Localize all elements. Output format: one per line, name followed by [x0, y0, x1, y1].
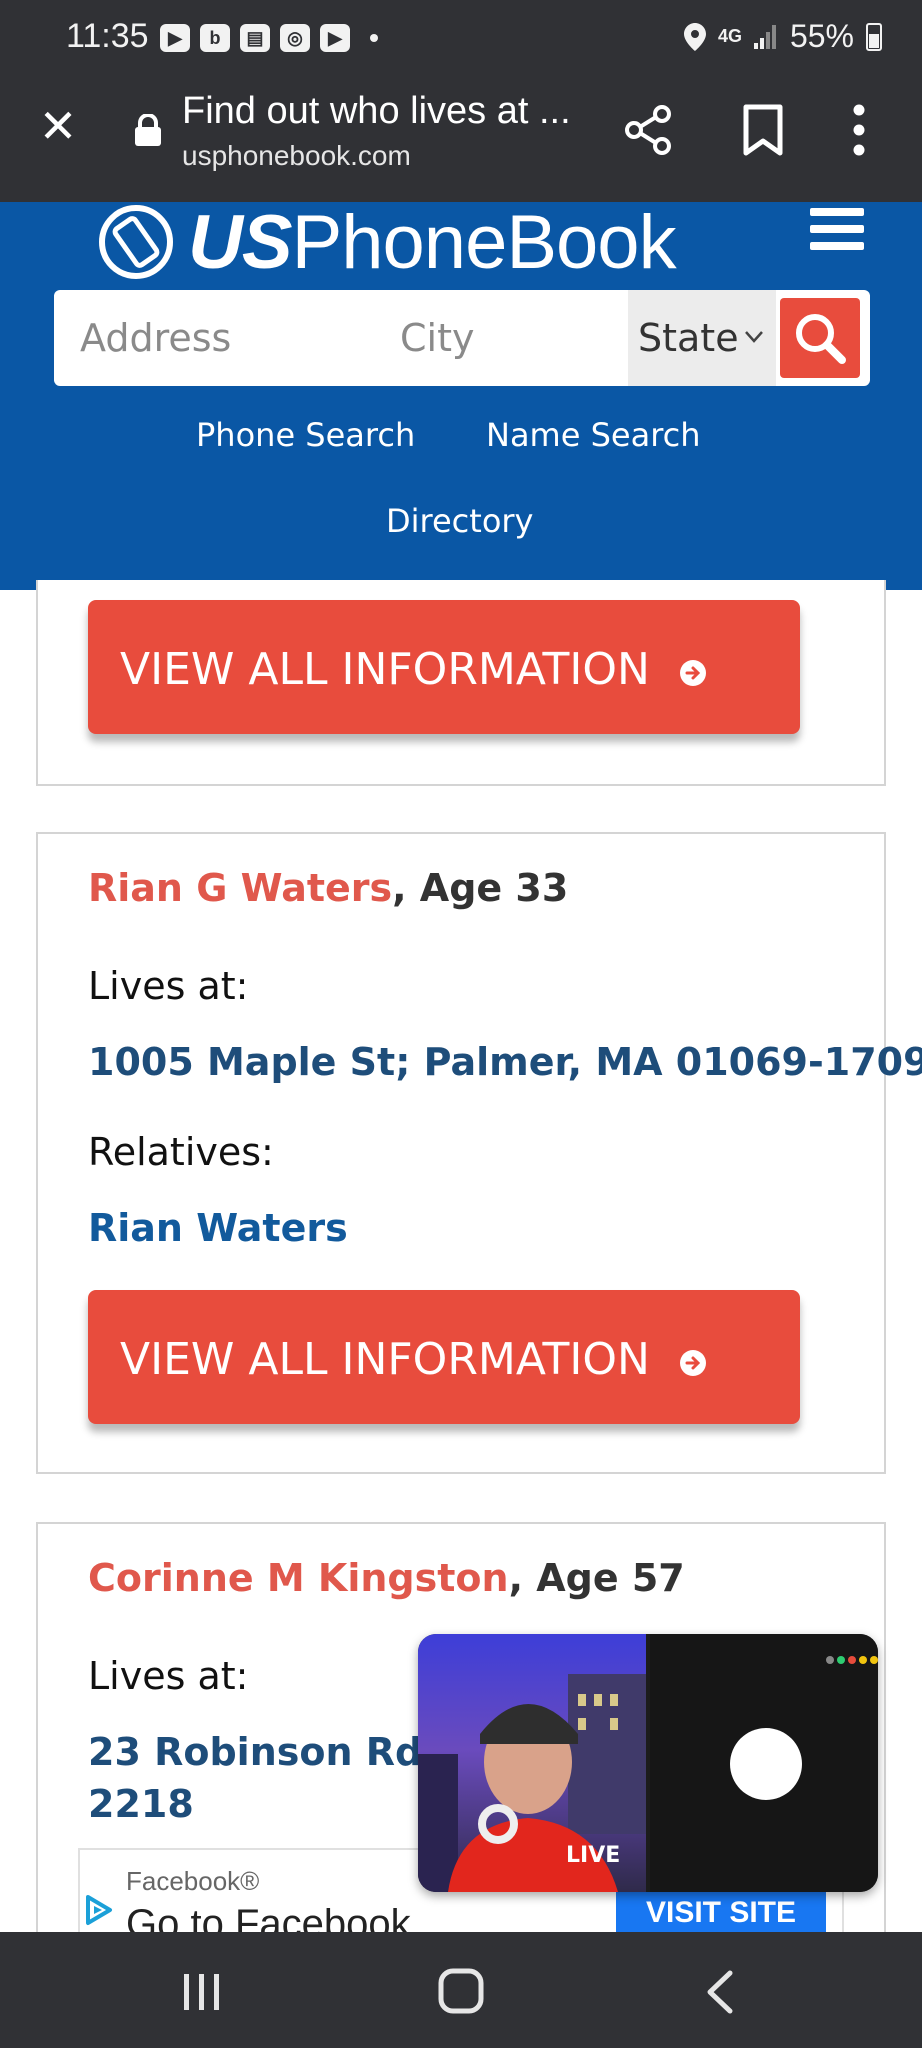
- more-notifications-icon: [370, 34, 378, 42]
- status-bar: 11:35 ▶ b ▤ ◎ ▶ 4G 55%: [0, 0, 922, 78]
- location-icon: [683, 22, 706, 51]
- view-all-information-button[interactable]: VIEW ALL INFORMATION: [88, 1290, 800, 1424]
- youtube-icon: ▶: [160, 24, 190, 52]
- lives-at-label: Lives at:: [88, 1654, 249, 1698]
- shirt-text: LIVE: [566, 1843, 620, 1868]
- signal-icon: [753, 24, 776, 49]
- recent-apps-icon[interactable]: [182, 1972, 222, 2012]
- network-type: 4G: [717, 26, 742, 46]
- search-icon: [796, 314, 846, 364]
- record-button[interactable]: [730, 1728, 802, 1800]
- person-heading: Rian G Waters, Age 33: [88, 866, 568, 910]
- lock-icon: [135, 114, 161, 146]
- relatives-label: Relatives:: [88, 1130, 274, 1174]
- chevron-down-icon: [745, 331, 763, 343]
- nav-directory[interactable]: Directory: [386, 502, 533, 540]
- logo-text: USPhoneBook: [188, 199, 677, 285]
- instagram-icon: ◎: [280, 24, 310, 52]
- city-input[interactable]: City: [400, 290, 474, 386]
- address-search-bar: Address City State: [54, 290, 870, 386]
- system-nav-bar: [0, 1932, 922, 2048]
- phone-logo-icon: [99, 205, 173, 279]
- battery-percent: 55%: [789, 18, 854, 54]
- battery-icon: [866, 22, 882, 51]
- b-icon: b: [200, 24, 230, 52]
- news-icon: ▤: [240, 24, 270, 52]
- view-all-information-button[interactable]: VIEW ALL INFORMATION: [88, 600, 800, 734]
- close-icon[interactable]: ✕: [36, 103, 80, 149]
- video-thumbnail-image: LIVE: [418, 1674, 646, 1892]
- relative-link[interactable]: Rian Waters: [88, 1206, 348, 1250]
- nav-phone-search[interactable]: Phone Search: [196, 416, 415, 454]
- search-button[interactable]: [780, 298, 860, 378]
- arrow-right-circle-icon: [680, 1350, 706, 1376]
- ad-brand: Facebook®: [126, 1866, 260, 1896]
- site-logo[interactable]: USPhoneBook: [96, 200, 677, 285]
- ad-choices-icon[interactable]: [84, 1894, 114, 1926]
- nav-name-search[interactable]: Name Search: [486, 416, 701, 454]
- more-vert-icon[interactable]: [852, 104, 866, 156]
- status-dots-icon: [826, 1656, 878, 1664]
- hamburger-menu-icon[interactable]: [810, 208, 864, 254]
- address-input[interactable]: Address: [80, 290, 231, 386]
- state-select[interactable]: State: [628, 290, 776, 386]
- person-age: , Age 33: [392, 866, 569, 910]
- status-right: 4G 55%: [683, 18, 882, 55]
- youtube-icon: ▶: [320, 24, 350, 52]
- video-frame: LIVE: [418, 1634, 646, 1892]
- lives-at-label: Lives at:: [88, 964, 249, 1008]
- status-time: 11:35: [66, 17, 149, 55]
- person-age: , Age 57: [508, 1556, 685, 1600]
- page-title[interactable]: Find out who lives at ...: [182, 90, 571, 133]
- back-icon[interactable]: [704, 1970, 734, 2014]
- site-header: USPhoneBook Address City State Phone Sea…: [0, 200, 922, 590]
- page-url[interactable]: usphonebook.com: [182, 140, 411, 172]
- address-link[interactable]: 1005 Maple St; Palmer, MA 01069-1709: [88, 1040, 922, 1084]
- state-select-label: State: [638, 316, 739, 360]
- person-name-link[interactable]: Corinne M Kingston: [88, 1556, 509, 1600]
- result-card: Rian G Waters, Age 33 Lives at: 1005 Map…: [36, 832, 922, 1474]
- bookmark-icon[interactable]: [740, 104, 786, 156]
- video-side-panel: [650, 1634, 878, 1892]
- arrow-right-circle-icon: [680, 660, 706, 686]
- person-heading: Corinne M Kingston, Age 57: [88, 1556, 685, 1600]
- home-icon[interactable]: [438, 1968, 484, 2014]
- browser-toolbar: ✕ Find out who lives at ... usphonebook.…: [0, 78, 922, 202]
- floating-video-player[interactable]: LIVE: [418, 1634, 878, 1892]
- address-link-line2[interactable]: 2218: [88, 1782, 194, 1826]
- share-icon[interactable]: [620, 102, 676, 158]
- result-card: VIEW ALL INFORMATION: [36, 580, 886, 786]
- notification-icons: ▶ b ▤ ◎ ▶: [160, 24, 378, 52]
- person-name-link[interactable]: Rian G Waters: [88, 866, 392, 910]
